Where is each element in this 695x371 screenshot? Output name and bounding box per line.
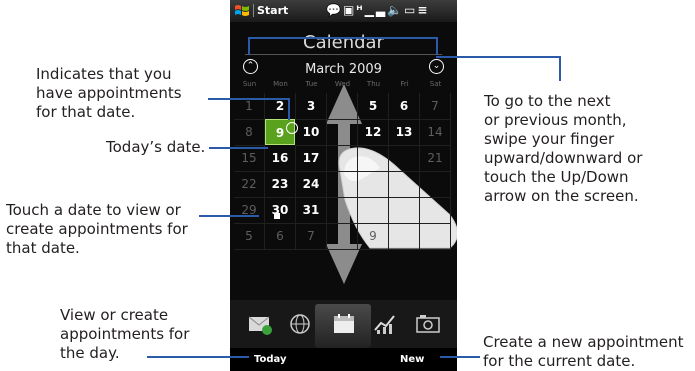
calendar-icon[interactable] — [330, 312, 358, 336]
callout-line-nav-right — [436, 37, 438, 55]
callout-line-nav-drop — [559, 56, 561, 81]
day-cell[interactable]: 15 — [234, 145, 265, 172]
day-cell[interactable]: 22 — [234, 171, 265, 198]
day-cell[interactable] — [327, 93, 358, 120]
weekday-fri: Fri — [400, 80, 409, 88]
weekday-mon: Mon — [273, 80, 288, 88]
day-cell[interactable]: 16 — [265, 145, 296, 172]
day-cell[interactable] — [358, 197, 389, 224]
day-cell[interactable] — [389, 223, 420, 250]
message-icon[interactable]: 💬 — [326, 3, 343, 17]
callout-line-nav-top — [248, 37, 438, 39]
camera-icon[interactable] — [414, 312, 442, 336]
day-cell[interactable] — [327, 119, 358, 146]
weekday-sat: Sat — [429, 80, 442, 88]
signal-icon: ᴴ▁▃ — [356, 3, 388, 17]
start-label[interactable]: Start — [257, 4, 288, 17]
weekday-wed: Wed — [334, 80, 351, 88]
callout-touch: Touch a date to view or create appointme… — [6, 201, 188, 257]
mail-icon[interactable] — [246, 312, 274, 336]
day-cell[interactable]: 5 — [358, 93, 389, 120]
day-cell[interactable] — [420, 171, 451, 198]
day-cell[interactable] — [327, 197, 358, 224]
callout-appointments: Indicates that you have appointments for… — [36, 65, 182, 121]
day-cell[interactable] — [327, 145, 358, 172]
callout-today: Today’s date. — [106, 138, 206, 156]
callout-new: Create a new appointment for the current… — [483, 333, 684, 370]
day-cell[interactable]: 6 — [265, 223, 296, 250]
day-cell[interactable]: 8 — [234, 119, 265, 146]
today-softkey[interactable]: Today — [254, 354, 286, 365]
windows-icon[interactable] — [234, 3, 250, 19]
day-cell[interactable]: 14 — [420, 119, 451, 146]
day-cell[interactable]: 13 — [389, 119, 420, 146]
new-softkey[interactable]: New — [400, 354, 424, 365]
status-bar: Start 💬▣ᴴ▁▃🔈▭≡ — [230, 0, 457, 22]
callout-line-touch — [199, 215, 259, 217]
day-cell[interactable]: 24 — [296, 171, 327, 198]
day-cell[interactable] — [327, 223, 358, 250]
day-cell[interactable]: 30 — [265, 197, 296, 224]
callout-month-nav: To go to the next or previous month, swi… — [484, 92, 643, 205]
day-cell[interactable]: 31 — [296, 197, 327, 224]
calendar-title: Calendar — [303, 32, 384, 53]
internet-icon[interactable] — [286, 312, 314, 336]
day-cell[interactable] — [327, 171, 358, 198]
day-cell[interactable] — [389, 197, 420, 224]
status-icons: 💬▣ᴴ▁▃🔈▭≡ — [326, 3, 429, 17]
battery-icon: ▭ — [404, 3, 418, 17]
day-cell[interactable]: 7 — [420, 93, 451, 120]
day-cell[interactable]: 5 — [234, 223, 265, 250]
day-cell[interactable]: 7 — [296, 223, 327, 250]
phone-screen: Start 💬▣ᴴ▁▃🔈▭≡ Calendar ⌃ ⌄ March 2009 T… — [230, 0, 457, 371]
day-cell[interactable]: 6 — [389, 93, 420, 120]
day-cell[interactable]: 3 — [296, 93, 327, 120]
day-cell[interactable] — [358, 145, 389, 172]
callout-line-appointments — [208, 98, 288, 100]
day-cell[interactable]: 12 — [358, 119, 389, 146]
day-cell[interactable] — [420, 197, 451, 224]
title-divider — [245, 54, 442, 55]
appointment-indicator-circle — [286, 122, 298, 134]
day-cell[interactable]: 21 — [420, 145, 451, 172]
day-cell[interactable] — [420, 223, 451, 250]
callout-line-nav-extend — [436, 56, 560, 58]
day-cell[interactable]: 29 — [234, 197, 265, 224]
callout-view: View or create appointments for the day. — [60, 306, 190, 362]
day-cell[interactable] — [389, 171, 420, 198]
day-cell[interactable]: 9 — [358, 223, 389, 250]
day-cell[interactable]: 23 — [265, 171, 296, 198]
softkey-bar: Today New — [230, 348, 457, 371]
day-cell[interactable] — [389, 145, 420, 172]
status-separator — [253, 4, 254, 17]
day-cell[interactable]: 10 — [296, 119, 327, 146]
h-data-icon: ▣ — [342, 3, 357, 17]
callout-line-nav-left — [248, 37, 250, 55]
callout-line-new — [440, 356, 480, 358]
weekday-tue: Tue — [305, 80, 318, 88]
callout-line-appointments-drop — [288, 98, 290, 120]
weekday-thu: Thu — [366, 80, 381, 88]
menu-icon[interactable]: ≡ — [417, 3, 429, 17]
touch-marker — [274, 213, 280, 219]
volume-icon[interactable]: 🔈 — [387, 3, 404, 17]
day-cell[interactable] — [358, 171, 389, 198]
day-cell[interactable]: 17 — [296, 145, 327, 172]
month-label: March 2009 — [305, 62, 382, 77]
weekday-sun: Sun — [242, 80, 257, 88]
callout-line-today — [209, 147, 268, 149]
stocks-icon[interactable] — [372, 312, 400, 336]
